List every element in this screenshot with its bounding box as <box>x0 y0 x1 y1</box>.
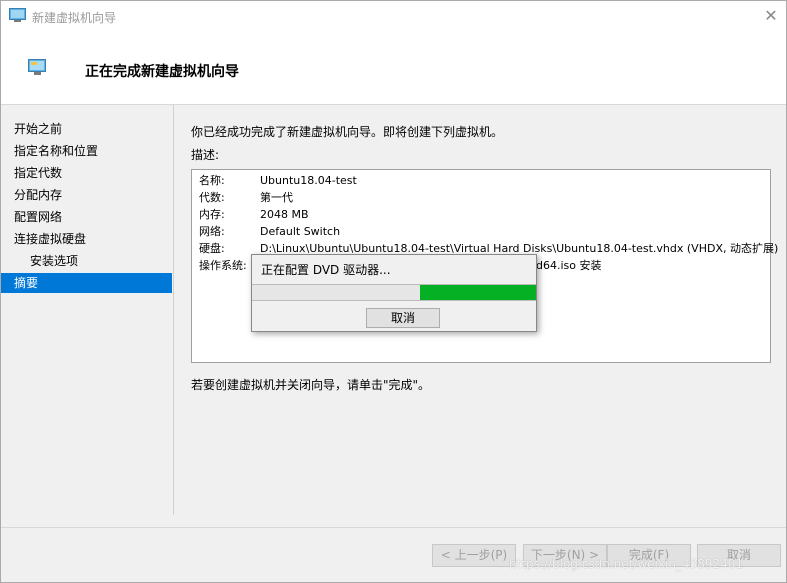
summary-value: 2048 MB <box>260 208 309 221</box>
summary-key: 名称: <box>199 174 225 187</box>
progress-message: 正在配置 DVD 驱动器... <box>261 263 391 277</box>
sidebar-item-before-you-begin[interactable]: 开始之前 <box>1 119 172 139</box>
watermark: https://blog.csdn.net/weixin_43892401 <box>509 557 744 571</box>
wizard-window: 新建虚拟机向导 ✕ 正在完成新建虚拟机向导 开始之前 指定名称和位置 指定代数 … <box>0 0 787 583</box>
summary-key: 内存: <box>199 208 225 221</box>
window-title: 新建虚拟机向导 <box>32 11 117 25</box>
summary-value: 第一代 <box>260 191 293 204</box>
summary-value: Ubuntu18.04-test <box>260 174 357 187</box>
finish-instruction: 若要创建虚拟机并关闭向导，请单击"完成"。 <box>191 378 431 392</box>
wizard-header: 正在完成新建虚拟机向导 <box>1 32 786 105</box>
summary-key: 操作系统: <box>199 259 247 272</box>
footer-divider <box>1 527 786 528</box>
progress-bar <box>252 284 536 301</box>
sidebar-item-memory[interactable]: 分配内存 <box>1 185 172 205</box>
progress-cancel-button[interactable]: 取消 <box>366 308 440 328</box>
summary-value: d64.iso 安装 <box>536 259 602 272</box>
close-icon[interactable]: ✕ <box>759 5 783 27</box>
wizard-steps-sidebar: 开始之前 指定名称和位置 指定代数 分配内存 配置网络 连接虚拟硬盘 安装选项 … <box>1 105 174 515</box>
hyperv-app-icon <box>9 8 26 22</box>
previous-button[interactable]: < 上一步(P) <box>432 544 516 567</box>
summary-value: Default Switch <box>260 225 341 238</box>
description-label: 描述: <box>191 148 220 162</box>
summary-key: 网络: <box>199 225 225 238</box>
sidebar-item-virtual-disk[interactable]: 连接虚拟硬盘 <box>1 229 172 249</box>
sidebar-item-summary[interactable]: 摘要 <box>1 273 172 293</box>
title-bar: 新建虚拟机向导 ✕ <box>1 1 786 32</box>
sidebar-item-name-location[interactable]: 指定名称和位置 <box>1 141 172 161</box>
summary-key: 硬盘: <box>199 242 225 255</box>
sidebar-item-generation[interactable]: 指定代数 <box>1 163 172 183</box>
sidebar-item-network[interactable]: 配置网络 <box>1 207 172 227</box>
page-title: 正在完成新建虚拟机向导 <box>85 64 239 80</box>
new-vm-icon <box>28 59 48 75</box>
progress-fill <box>419 285 536 300</box>
summary-key: 代数: <box>199 191 225 204</box>
sidebar-item-install-options[interactable]: 安装选项 <box>1 251 172 271</box>
intro-text: 你已经成功完成了新建虚拟机向导。即将创建下列虚拟机。 <box>191 125 504 139</box>
progress-dialog: 正在配置 DVD 驱动器... 取消 <box>251 254 537 332</box>
